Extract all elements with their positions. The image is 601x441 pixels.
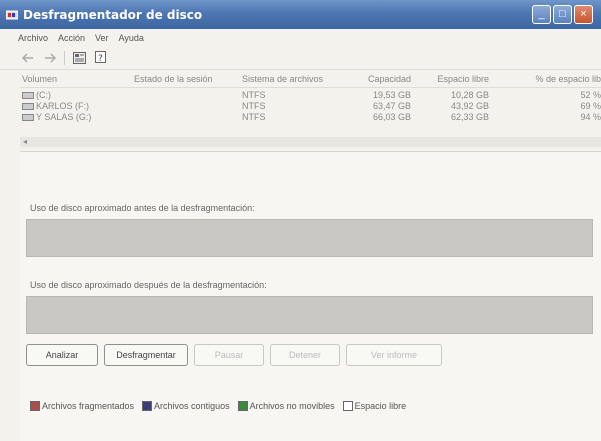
defrag-button[interactable]: Desfragmentar <box>104 344 188 366</box>
volume-fs: NTFS <box>242 111 266 122</box>
before-label: Uso de disco aproximado antes de la desf… <box>30 203 255 213</box>
volume-capacity: 63,47 GB <box>372 100 411 111</box>
drive-icon <box>22 102 34 110</box>
menu-archivo[interactable]: Archivo <box>18 33 48 43</box>
volume-name: KARLOS (F:) <box>36 100 90 111</box>
volume-list: (C:) NTFS 19,53 GB 10,28 GB 52 % KARLOS … <box>20 89 601 122</box>
volume-pct: 52 % <box>580 89 601 100</box>
after-usage-bar <box>26 296 593 334</box>
forward-arrow-icon[interactable] <box>42 50 58 66</box>
volume-row[interactable]: Y SALAS (G:) NTFS 66,03 GB 62,33 GB 94 % <box>20 111 601 122</box>
toolbar: ? <box>0 46 601 70</box>
maximize-button[interactable]: □ <box>553 5 572 24</box>
volume-free: 62,33 GB <box>450 111 489 122</box>
defrag-icon <box>6 10 18 19</box>
volume-row[interactable]: (C:) NTFS 19,53 GB 10,28 GB 52 % <box>20 89 601 100</box>
pause-button[interactable]: Pausar <box>194 344 264 366</box>
legend: Archivos fragmentados Archivos contiguos… <box>30 401 410 411</box>
before-usage-bar <box>26 219 593 257</box>
volume-list-header: Volumen Estado de la sesión Sistema de a… <box>20 74 601 88</box>
legend-fragmented: Archivos fragmentados <box>30 401 134 411</box>
col-porcentaje-libre[interactable]: % de espacio lib <box>493 74 601 87</box>
menu-ver[interactable]: Ver <box>95 33 109 43</box>
legend-free-space: Espacio libre <box>342 401 407 411</box>
volume-pct: 94 % <box>580 111 601 122</box>
volume-row[interactable]: KARLOS (F:) NTFS 63,47 GB 43,92 GB 69 % <box>20 100 601 111</box>
legend-contiguous: Archivos contiguos <box>142 401 230 411</box>
title-bar: Desfragmentador de disco _ □ × <box>0 0 601 29</box>
volume-capacity: 66,03 GB <box>372 111 411 122</box>
report-button[interactable]: Ver informe <box>346 344 442 366</box>
scroll-left-icon[interactable]: ◂ <box>20 137 30 147</box>
volume-free: 43,92 GB <box>450 100 489 111</box>
legend-label: Archivos no movibles <box>249 401 335 411</box>
svg-text:?: ? <box>98 54 103 64</box>
volume-fs: NTFS <box>242 89 266 100</box>
legend-label: Espacio libre <box>354 401 407 411</box>
drive-icon <box>22 91 34 99</box>
col-estado[interactable]: Estado de la sesión <box>132 74 240 87</box>
close-button[interactable]: × <box>574 5 593 24</box>
legend-label: Archivos contiguos <box>154 401 230 411</box>
swatch-contiguous <box>142 401 153 411</box>
col-espacio-libre[interactable]: Espacio libre <box>415 74 493 87</box>
volume-name: (C:) <box>36 89 51 100</box>
minimize-button[interactable]: _ <box>532 5 551 24</box>
swatch-unmovable <box>237 401 248 411</box>
window-title: Desfragmentador de disco <box>23 7 203 22</box>
volume-capacity: 19,53 GB <box>372 89 411 100</box>
volume-free: 10,28 GB <box>450 89 489 100</box>
horizontal-scrollbar[interactable]: ◂ <box>20 137 601 147</box>
menu-ayuda[interactable]: Ayuda <box>119 33 144 43</box>
properties-icon[interactable] <box>71 50 87 66</box>
volume-pct: 69 % <box>580 100 601 111</box>
after-label: Uso de disco aproximado después de la de… <box>30 280 267 290</box>
menu-accion[interactable]: Acción <box>58 33 85 43</box>
volume-fs: NTFS <box>242 100 266 111</box>
legend-label: Archivos fragmentados <box>42 401 135 411</box>
legend-unmovable: Archivos no movibles <box>237 401 335 411</box>
toolbar-separator <box>64 50 65 65</box>
action-buttons: Analizar Desfragmentar Pausar Detener Ve… <box>26 344 442 366</box>
analyze-button[interactable]: Analizar <box>26 344 98 366</box>
col-capacidad[interactable]: Capacidad <box>340 74 415 87</box>
menu-bar: Archivo Acción Ver Ayuda <box>0 29 601 46</box>
back-arrow-icon[interactable] <box>20 50 36 66</box>
col-sistema[interactable]: Sistema de archivos <box>240 74 340 87</box>
col-volumen[interactable]: Volumen <box>20 74 132 87</box>
swatch-free-space <box>342 401 353 411</box>
stop-button[interactable]: Detener <box>270 344 340 366</box>
swatch-fragmented <box>30 401 40 411</box>
volume-name: Y SALAS (G:) <box>36 111 92 122</box>
drive-icon <box>22 113 34 121</box>
help-icon[interactable]: ? <box>93 50 109 66</box>
